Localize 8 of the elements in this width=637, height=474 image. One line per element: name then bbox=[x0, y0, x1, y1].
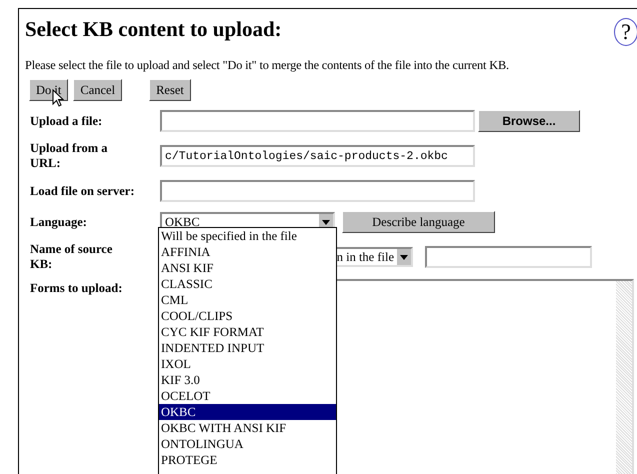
field-label: Upload from a URL: bbox=[30, 141, 109, 171]
field-label: Load file on server: bbox=[30, 184, 136, 198]
page-title: Select KB content to upload: bbox=[25, 16, 282, 43]
instructions-text: Please select the file to upload and select "Do it" to merge the contents of the file into the current KB. bbox=[25, 58, 510, 73]
field-label: Name of source KB: bbox=[30, 242, 114, 272]
field-label: Upload a file: bbox=[30, 114, 104, 128]
field-label: Forms to upload: bbox=[30, 281, 124, 296]
field-label: Language: bbox=[30, 214, 88, 230]
